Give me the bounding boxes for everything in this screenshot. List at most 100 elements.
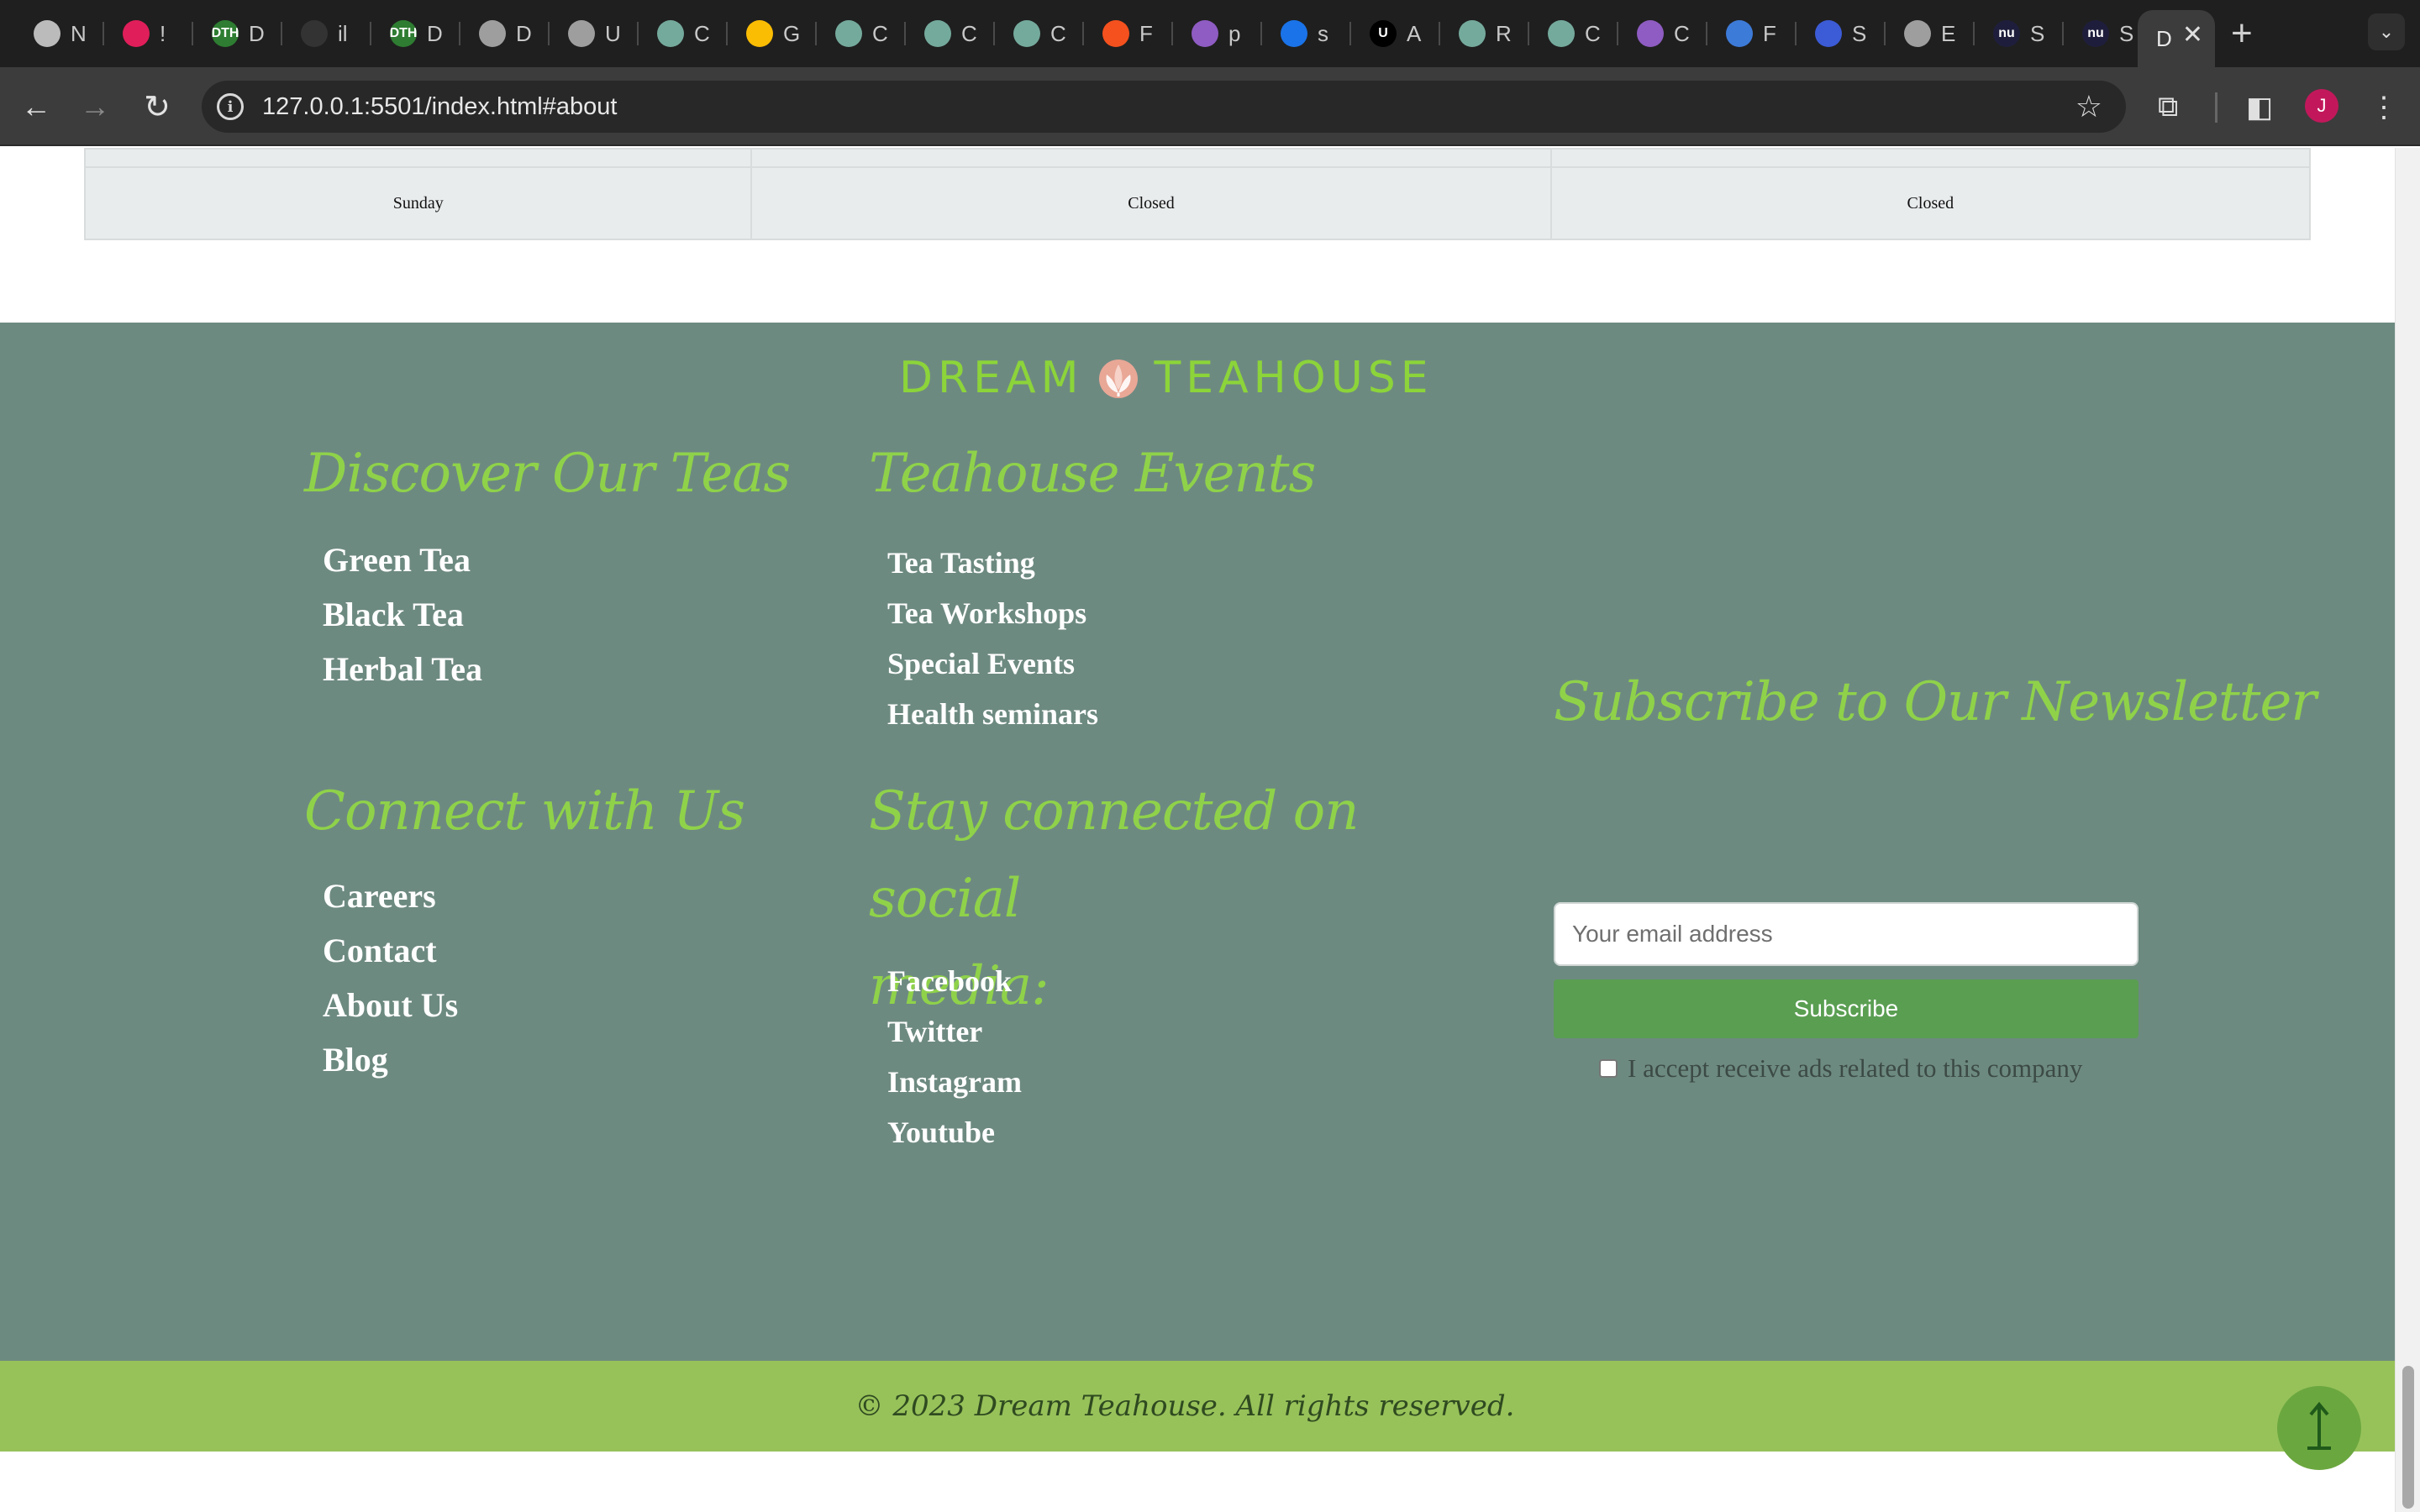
consent-label: I accept receive ads related to this com… [1628, 1053, 2083, 1083]
consent-checkbox[interactable] [1599, 1059, 1618, 1078]
list-item: Tea Workshops [887, 588, 1098, 638]
browser-tab[interactable]: F [1084, 10, 1173, 57]
link-health-seminars[interactable]: Health seminars [887, 689, 1098, 739]
tab-title: S [2119, 20, 2134, 46]
tab-title: F [1139, 20, 1153, 46]
link-about-us[interactable]: About Us [323, 978, 458, 1032]
close-icon[interactable]: ✕ [2182, 20, 2203, 50]
browser-tab[interactable]: ! [104, 10, 193, 57]
copyright-bar: © 2023 Dream Teahouse. All rights reserv… [0, 1361, 2395, 1452]
browser-tab[interactable]: G [728, 10, 817, 57]
u-logo-icon: U [1370, 20, 1397, 47]
link-careers[interactable]: Careers [323, 869, 458, 923]
tab-title: D [427, 20, 443, 46]
back-button[interactable]: ← [15, 86, 57, 128]
table-cell [750, 148, 1552, 168]
arrow-up-icon [2307, 1401, 2331, 1450]
browser-tab[interactable]: C [817, 10, 906, 57]
chatgpt-icon [835, 20, 862, 47]
list-item: Twitter [887, 1006, 1022, 1057]
search-icon [1281, 20, 1307, 47]
chatgpt-icon [1548, 20, 1575, 47]
table-row: Sunday Closed Closed [83, 166, 2312, 240]
figma-ring-icon [1102, 20, 1129, 47]
browser-tab[interactable]: R [1440, 10, 1529, 57]
browser-tab[interactable]: DTH D [193, 10, 282, 57]
link-herbal-tea[interactable]: Herbal Tea [323, 642, 482, 696]
list-item: Herbal Tea [323, 642, 482, 696]
chatgpt-icon [924, 20, 951, 47]
logo-text-left: DREAM [899, 353, 1084, 403]
newsletter-email-input[interactable] [1554, 902, 2139, 966]
table-cell: Closed [1549, 166, 2312, 240]
forward-button[interactable]: → [74, 86, 116, 128]
profile-avatar[interactable]: J [2305, 89, 2338, 123]
bookmark-star-icon[interactable]: ☆ [2075, 89, 2102, 124]
google-ads-icon [746, 20, 773, 47]
side-panel-icon[interactable]: ◧ [2246, 91, 2273, 124]
browser-tab[interactable]: s [1262, 10, 1351, 57]
browser-tab[interactable]: S [1797, 10, 1886, 57]
browser-tab[interactable]: D [460, 10, 550, 57]
browser-tab[interactable]: U [550, 10, 639, 57]
browser-tab[interactable]: DTH D [371, 10, 460, 57]
browser-tab[interactable]: E [1886, 10, 1975, 57]
lotus-logo-icon [1099, 360, 1139, 398]
url-text[interactable]: 127.0.0.1:5501/index.html#about [262, 93, 617, 121]
link-contact[interactable]: Contact [323, 923, 458, 978]
tab-title: s [1318, 20, 1328, 46]
browser-tab[interactable]: C [1618, 10, 1707, 57]
forms-icon [1815, 20, 1842, 47]
newsletter-heading: Subscribe to Our Newsletter [1554, 671, 2317, 733]
browser-tab[interactable]: nu S [1975, 10, 2064, 57]
browser-tab[interactable]: C [995, 10, 1084, 57]
browser-tab[interactable]: C [639, 10, 728, 57]
link-special-events[interactable]: Special Events [887, 638, 1098, 689]
browser-toolbar: ← → ↻ i 127.0.0.1:5501/index.html#about … [0, 67, 2420, 146]
table-cell [83, 148, 753, 168]
social-list: Facebook Twitter Instagram Youtube [887, 956, 1022, 1158]
link-twitter[interactable]: Twitter [887, 1006, 1022, 1057]
extensions-icon[interactable]: ⧉ [2158, 91, 2178, 123]
link-facebook[interactable]: Facebook [887, 956, 1022, 1006]
subscribe-button[interactable]: Subscribe [1554, 979, 2139, 1038]
back-to-top-button[interactable] [2277, 1386, 2361, 1470]
social-heading-line1: Stay connected on social [869, 780, 1359, 930]
list-item: Special Events [887, 638, 1098, 689]
link-blog[interactable]: Blog [323, 1032, 458, 1087]
address-bar[interactable]: i 127.0.0.1:5501/index.html#about ☆ [202, 81, 2126, 133]
page-scrollbar[interactable] [2395, 148, 2420, 1512]
list-item: Health seminars [887, 689, 1098, 739]
menu-kebab-icon[interactable]: ⋮ [2370, 91, 2398, 124]
discover-teas-list: Green Tea Black Tea Herbal Tea [323, 533, 482, 696]
browser-tab[interactable]: UA [1351, 10, 1440, 57]
new-tab-button[interactable]: + [2231, 13, 2253, 54]
list-item: Instagram [887, 1057, 1022, 1107]
tab-search-button[interactable]: ⌄ [2368, 13, 2405, 50]
nu-icon: nu [1993, 20, 2020, 47]
tab-title: D [2156, 25, 2172, 51]
link-instagram[interactable]: Instagram [887, 1057, 1022, 1107]
link-green-tea[interactable]: Green Tea [323, 533, 482, 587]
list-item: Youtube [887, 1107, 1022, 1158]
browser-tab[interactable]: F [1707, 10, 1797, 57]
chevron-down-icon: ⌄ [2378, 21, 2395, 42]
link-youtube[interactable]: Youtube [887, 1107, 1022, 1158]
link-black-tea[interactable]: Black Tea [323, 587, 482, 642]
link-tea-workshops[interactable]: Tea Workshops [887, 588, 1098, 638]
scrollbar-thumb[interactable] [2402, 1366, 2414, 1509]
browser-tab[interactable]: C [906, 10, 995, 57]
browser-tab[interactable]: N [15, 10, 104, 57]
tab-active[interactable]: D ✕ [2138, 10, 2215, 67]
link-tea-tasting[interactable]: Tea Tasting [887, 538, 1098, 588]
chatgpt-icon [657, 20, 684, 47]
reload-button[interactable]: ↻ [136, 86, 178, 128]
tab-title: C [694, 20, 710, 46]
arrow-left-icon: ← [21, 89, 51, 123]
info-icon[interactable]: i [217, 93, 244, 120]
browser-tab[interactable]: il [282, 10, 371, 57]
browser-tab[interactable]: C [1529, 10, 1618, 57]
footer-logo[interactable]: DREAM TEAHOUSE [899, 351, 1434, 405]
page-viewport: Sunday Closed Closed DREAM TEAHOUSE Disc… [0, 148, 2420, 1512]
browser-tab[interactable]: p [1173, 10, 1262, 57]
